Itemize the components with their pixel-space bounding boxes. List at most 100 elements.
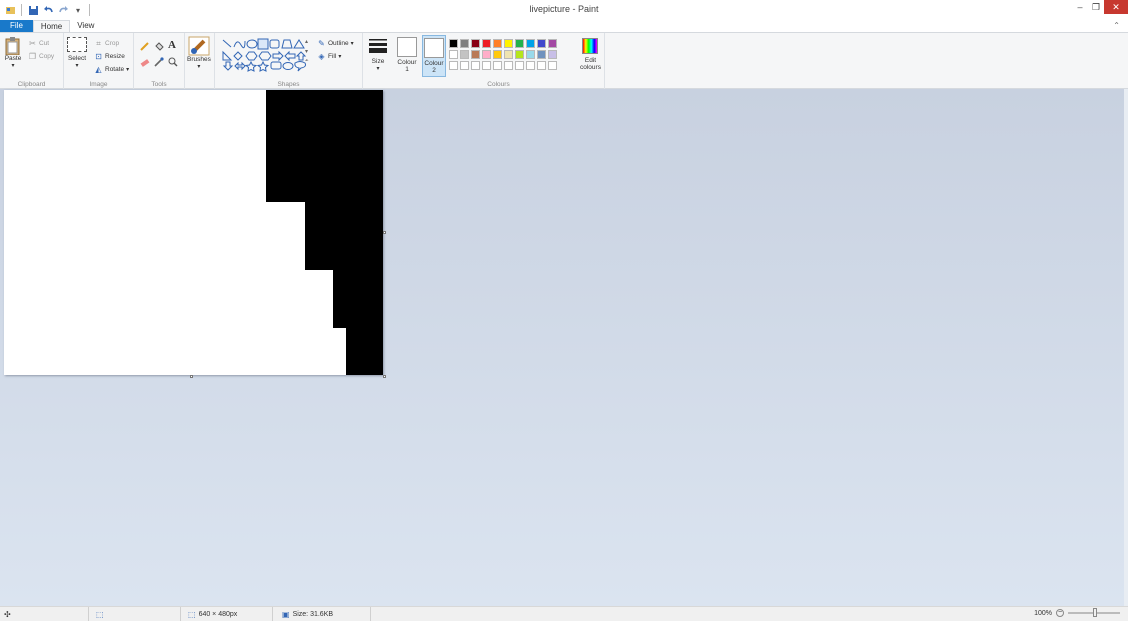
crop-button[interactable]: ⌗ Crop xyxy=(94,39,119,48)
pencil-icon[interactable] xyxy=(140,41,150,51)
colour-swatch[interactable] xyxy=(504,39,513,48)
clipboard-group: Paste ▾ ✂ Cut ❐ Copy Clipboard xyxy=(0,33,64,89)
crop-icon: ⌗ xyxy=(96,38,101,48)
edit-colours-button[interactable]: Edit colours xyxy=(580,38,601,71)
colour-swatch[interactable] xyxy=(537,61,546,70)
colour-swatch[interactable] xyxy=(515,50,524,59)
zoom-out-icon[interactable]: − xyxy=(1056,609,1064,617)
minimize-icon[interactable]: – xyxy=(1072,0,1088,14)
redo-icon[interactable] xyxy=(57,4,69,16)
colour-swatch[interactable] xyxy=(471,50,480,59)
colour-swatch[interactable] xyxy=(460,50,469,59)
colour-swatch[interactable] xyxy=(460,61,469,70)
resize-label: Resize xyxy=(105,53,125,60)
colour-swatch[interactable] xyxy=(537,50,546,59)
paste-icon xyxy=(5,37,20,55)
canvas-resize-handle-bottom[interactable] xyxy=(190,375,193,378)
outline-button[interactable]: ✎ Outline ▾ xyxy=(317,39,353,48)
paint-app-icon[interactable] xyxy=(4,4,16,16)
qat-separator xyxy=(89,4,90,16)
tools-group: A Tools xyxy=(134,33,185,89)
clipboard-group-label: Clipboard xyxy=(17,81,46,88)
copy-button[interactable]: ❐ Copy xyxy=(28,52,54,61)
magnifier-icon[interactable] xyxy=(168,57,178,67)
cut-button[interactable]: ✂ Cut xyxy=(28,39,49,48)
colour-swatch[interactable] xyxy=(482,61,491,70)
rotate-label: Rotate xyxy=(105,66,125,73)
paste-label: Paste xyxy=(4,55,22,62)
colour-swatch[interactable] xyxy=(471,61,480,70)
canvas-resize-handle-corner[interactable] xyxy=(383,375,386,378)
size-button[interactable]: Size ▾ xyxy=(368,37,388,72)
scissors-icon: ✂ xyxy=(29,39,36,48)
colour-swatch[interactable] xyxy=(526,61,535,70)
shapes-gallery[interactable] xyxy=(221,38,311,72)
colour-swatch[interactable] xyxy=(548,50,557,59)
size-label: Size xyxy=(371,58,385,65)
tab-view[interactable]: View xyxy=(70,20,101,32)
colour-swatch[interactable] xyxy=(548,39,557,48)
outline-icon: ✎ xyxy=(318,39,325,48)
status-separator xyxy=(180,607,181,621)
brushes-button[interactable]: Brushes ▾ xyxy=(187,36,211,70)
eraser-icon[interactable] xyxy=(140,57,150,67)
black-region xyxy=(305,202,383,270)
colour-2-button[interactable]: Colour 2 xyxy=(422,35,446,77)
colour-2-swatch xyxy=(424,38,444,58)
black-region xyxy=(266,90,383,202)
tab-file[interactable]: File xyxy=(0,20,33,32)
gallery-scroll-down-icon[interactable]: ▾ xyxy=(305,48,308,55)
image-dimensions: ⬚ 640 × 480px xyxy=(188,610,237,619)
colour-swatch[interactable] xyxy=(493,39,502,48)
colour-swatch[interactable] xyxy=(460,39,469,48)
paste-button[interactable]: Paste ▾ xyxy=(4,37,22,69)
colour-palette xyxy=(449,39,557,70)
text-tool-icon[interactable]: A xyxy=(168,39,176,51)
colour-swatch[interactable] xyxy=(504,61,513,70)
fill-button[interactable]: ◈ Fill ▾ xyxy=(317,52,341,61)
colour-picker-icon[interactable] xyxy=(154,57,164,67)
disk-icon: ▣ xyxy=(282,610,290,619)
colour-swatch[interactable] xyxy=(504,50,513,59)
resize-button[interactable]: ⊡ Resize xyxy=(94,52,125,61)
tab-home[interactable]: Home xyxy=(32,20,71,32)
colour-swatch[interactable] xyxy=(449,61,458,70)
quick-access-toolbar: ▾ xyxy=(0,0,92,20)
fill-icon: ◈ xyxy=(318,52,325,61)
drawing-canvas[interactable] xyxy=(4,90,383,375)
gallery-more-icon[interactable]: ⩡ xyxy=(305,58,308,65)
colour-swatch[interactable] xyxy=(493,50,502,59)
colour-swatch[interactable] xyxy=(449,50,458,59)
colour-swatch[interactable] xyxy=(471,39,480,48)
colour-swatch[interactable] xyxy=(515,61,524,70)
vertical-scrollbar[interactable] xyxy=(1124,89,1128,606)
chevron-up-icon[interactable]: ⌃ xyxy=(1113,21,1120,30)
restore-icon[interactable]: ❐ xyxy=(1088,0,1104,14)
colour-swatch[interactable] xyxy=(493,61,502,70)
zoom-slider[interactable] xyxy=(1068,608,1120,617)
close-icon[interactable]: ✕ xyxy=(1104,0,1128,14)
shapes-group: ▴ ▾ ⩡ ✎ Outline ▾ ◈ Fill ▾ Shapes xyxy=(215,33,363,89)
colour-swatch[interactable] xyxy=(515,39,524,48)
cursor-position: ✣ xyxy=(4,610,11,619)
brushes-group: Brushes ▾ xyxy=(185,33,215,89)
status-separator xyxy=(88,607,89,621)
customize-qat-icon[interactable]: ▾ xyxy=(72,4,84,16)
colour-swatch[interactable] xyxy=(449,39,458,48)
colour-swatch[interactable] xyxy=(482,50,491,59)
colour-swatch[interactable] xyxy=(537,39,546,48)
select-button[interactable]: Select ▾ xyxy=(67,37,87,69)
fill-bucket-icon[interactable] xyxy=(154,41,164,51)
colour-swatch[interactable] xyxy=(526,50,535,59)
colour-swatch[interactable] xyxy=(548,61,557,70)
status-bar: ✣ ⬚ ⬚ 640 × 480px ▣ Size: 31.6KB 100% − xyxy=(0,606,1128,621)
canvas-resize-handle-right[interactable] xyxy=(383,231,386,234)
zoom-slider-thumb[interactable] xyxy=(1093,608,1097,617)
rotate-button[interactable]: ◭ Rotate ▾ xyxy=(94,65,129,74)
colour-swatch[interactable] xyxy=(482,39,491,48)
colour-swatch[interactable] xyxy=(526,39,535,48)
gallery-scroll-up-icon[interactable]: ▴ xyxy=(305,38,308,45)
save-icon[interactable] xyxy=(27,4,39,16)
colour-1-button[interactable]: Colour 1 xyxy=(397,37,417,73)
undo-icon[interactable] xyxy=(42,4,54,16)
